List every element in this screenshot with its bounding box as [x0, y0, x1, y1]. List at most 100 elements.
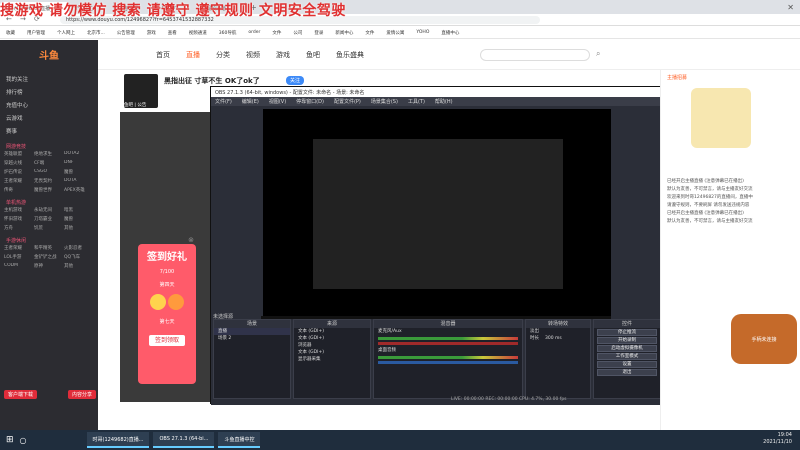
bookmark-item[interactable]: 视频通道 [189, 30, 207, 36]
exit-button[interactable]: 退出 [597, 369, 657, 376]
nav-live[interactable]: 直播 [186, 50, 200, 60]
sidebar-item-recharge[interactable]: 充值中心 [0, 98, 98, 111]
sidebar-game-link[interactable]: 绝地求生 [34, 151, 64, 157]
sidebar-game-link[interactable]: 炉石传说 [4, 169, 34, 175]
bookmark-item[interactable]: 文件 [272, 30, 281, 36]
sidebar-game-link[interactable]: 其他 [64, 263, 94, 269]
sidebar-game-link[interactable]: 和平精英 [34, 245, 64, 251]
sidebar-game-link[interactable]: LOL手游 [4, 254, 34, 260]
close-icon[interactable]: ⊗ [188, 236, 194, 244]
source-item[interactable]: 文本 (GDI+) [294, 335, 370, 342]
sidebar-game-link[interactable]: 金铲铲之战 [34, 254, 64, 260]
bookmark-item[interactable]: 用户管理 [27, 30, 45, 36]
douyu-logo[interactable]: 斗鱼 [0, 39, 98, 70]
sidebar-game-link[interactable]: 王者荣耀 [4, 178, 34, 184]
obs-menu-item[interactable]: 停靠窗口(D) [296, 98, 324, 105]
obs-menu-item[interactable]: 视图(V) [269, 98, 286, 105]
sidebar-game-link[interactable]: 传奇 [4, 187, 34, 193]
obs-menu-item[interactable]: 工具(T) [408, 98, 425, 105]
bookmark-item[interactable]: YOHO [416, 30, 429, 35]
bookmark-item[interactable]: 登录 [314, 30, 323, 36]
obs-menu-item[interactable]: 编辑(E) [242, 98, 259, 105]
obs-preview[interactable] [261, 109, 611, 322]
source-item[interactable]: 文本 (GDI+) [294, 328, 370, 335]
recruit-badge[interactable]: 主播招募 [667, 74, 687, 81]
sidebar-game-link[interactable]: 魔兽 [64, 216, 94, 222]
sidebar-item-follow[interactable]: 我的关注 [0, 72, 98, 85]
sidebar-game-link[interactable]: 原神 [34, 263, 64, 269]
duration-input[interactable]: 300 ms [545, 335, 562, 342]
sidebar-game-link[interactable]: APEX英雄 [64, 187, 94, 193]
sidebar-game-link[interactable]: 怀旧游戏 [4, 216, 34, 222]
sidebar-game-link[interactable]: 无畏契约 [34, 178, 64, 184]
scene-item[interactable]: 场景 2 [214, 335, 290, 342]
obs-menu-item[interactable]: 帮助(H) [435, 98, 453, 105]
sidebar-game-link[interactable]: CF端 [34, 160, 64, 166]
obs-menu-item[interactable]: 文件(F) [215, 98, 232, 105]
sidebar-game-link[interactable]: 主机游戏 [4, 207, 34, 213]
search-icon[interactable]: ○ [20, 436, 27, 445]
search-icon[interactable]: ⌕ [596, 49, 600, 59]
bookmark-item[interactable]: 新闻中心 [335, 30, 353, 36]
sidebar-item-rank[interactable]: 排行榜 [0, 85, 98, 98]
bookmark-item[interactable]: 游戏 [147, 30, 156, 36]
studio-mode-button[interactable]: 工作室模式 [597, 353, 657, 360]
nav-festival[interactable]: 鱼乐盛典 [336, 50, 364, 60]
taskbar-app-obs[interactable]: OBS 27.1.3 (64-bi... [153, 432, 215, 448]
bookmark-item[interactable]: 公司 [293, 30, 302, 36]
close-window-icon[interactable]: ✕ [787, 3, 794, 12]
sidebar-game-link[interactable]: 火影忍者 [64, 245, 94, 251]
sidebar-game-link[interactable]: DNF [64, 160, 94, 166]
start-record-button[interactable]: 开始录制 [597, 337, 657, 344]
nav-category[interactable]: 分类 [216, 50, 230, 60]
settings-button[interactable]: 设置 [597, 361, 657, 368]
controller-promo[interactable]: 手柄未连接 [731, 314, 797, 364]
sidebar-game-link[interactable]: 饥荒 [34, 225, 64, 231]
follow-button[interactable]: 关注 [286, 76, 305, 85]
sidebar-game-link[interactable]: 王者荣耀 [4, 245, 34, 251]
sidebar-game-link[interactable]: 永劫无间 [34, 207, 64, 213]
obs-menu-item[interactable]: 场景集合(S) [371, 98, 398, 105]
nav-video[interactable]: 视频 [246, 50, 260, 60]
sidebar-game-link[interactable]: 魔兽 [64, 169, 94, 175]
nav-games[interactable]: 游戏 [276, 50, 290, 60]
bookmark-item[interactable]: 查看 [168, 30, 177, 36]
sidebar-game-link[interactable]: 刀塔霸业 [34, 216, 64, 222]
claim-button[interactable]: 签到领取 [148, 335, 185, 346]
stop-stream-button[interactable]: 停止推流 [597, 329, 657, 336]
source-item[interactable]: 浏览器 [294, 342, 370, 349]
bookmark-item[interactable]: 个人网上 [57, 30, 75, 36]
sidebar-item-events[interactable]: 赛事 [0, 124, 98, 137]
bookmark-item[interactable]: 北京市... [87, 30, 105, 36]
sidebar-item-cloud[interactable]: 云游戏 [0, 111, 98, 124]
virtual-camera-button[interactable]: 启动虚拟摄像机 [597, 345, 657, 352]
sidebar-game-link[interactable]: DOTA2 [64, 151, 94, 157]
bookmark-item[interactable]: order [248, 30, 260, 35]
sidebar-game-link[interactable]: 魔兽世界 [34, 187, 64, 193]
sidebar-game-link[interactable]: DOTA [64, 178, 94, 184]
sidebar-game-link[interactable]: CODM [4, 263, 34, 269]
taskbar-app-control[interactable]: 斗鱼直播中控 [218, 432, 261, 448]
bookmark-item[interactable]: 文件 [365, 30, 374, 36]
scene-item[interactable]: 直播 [214, 328, 290, 335]
sidebar-game-link[interactable]: CSGO [34, 169, 64, 175]
source-item[interactable]: 文本 (GDI+) [294, 349, 370, 356]
source-item[interactable]: 显示器采集 [294, 356, 370, 363]
share-button[interactable]: 内容分享 [67, 390, 96, 399]
bookmark-item[interactable]: 公告管理 [117, 30, 135, 36]
obs-menu-item[interactable]: 配置文件(P) [334, 98, 361, 105]
sidebar-game-link[interactable]: 英雄联盟 [4, 151, 34, 157]
nav-home[interactable]: 首页 [156, 50, 170, 60]
mixer-fader[interactable] [378, 342, 518, 345]
sidebar-game-link[interactable]: QQ飞车 [64, 254, 94, 260]
client-download-button[interactable]: 客户端下载 [4, 390, 38, 399]
sidebar-game-link[interactable]: 方舟 [4, 225, 34, 231]
nav-yuba[interactable]: 鱼吧 [306, 50, 320, 60]
windows-start-icon[interactable]: ⊞ [6, 435, 14, 445]
transition-type-select[interactable]: 淡出 [526, 328, 590, 335]
mixer-fader[interactable] [378, 361, 518, 364]
bookmark-item[interactable]: 收藏 [6, 30, 15, 36]
taskbar-clock[interactable]: 19:04 2021/11/10 [763, 432, 792, 446]
bookmark-item[interactable]: 爱情公寓 [386, 30, 404, 36]
sidebar-game-link[interactable]: 其他 [64, 225, 94, 231]
